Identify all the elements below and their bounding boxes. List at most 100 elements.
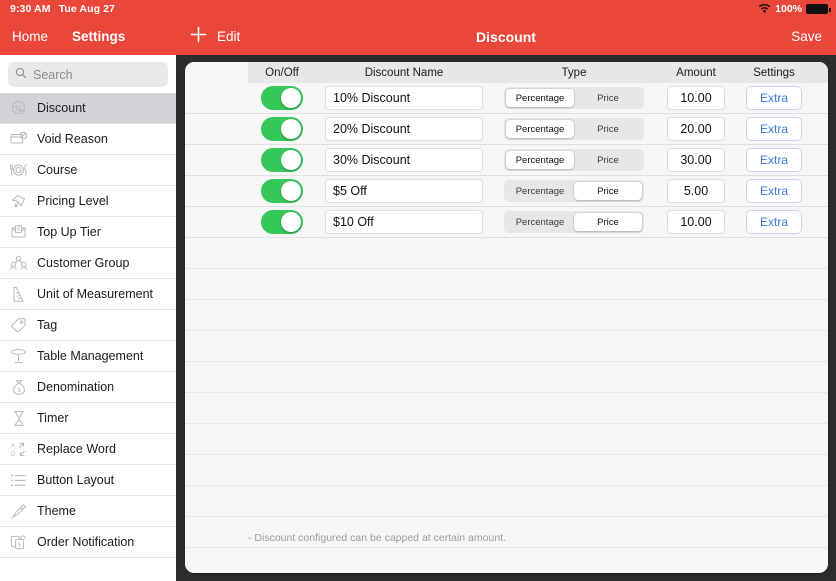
enable-toggle[interactable] [261, 148, 303, 172]
svg-text:D: D [11, 452, 16, 458]
status-date: Tue Aug 27 [58, 3, 116, 15]
sidebar-item-timer[interactable]: Timer [0, 403, 176, 434]
plus-icon[interactable] [190, 26, 207, 48]
type-segmented-control[interactable]: Percentage Price [504, 149, 644, 171]
discount-badge-icon [9, 99, 28, 118]
sidebar-item-pricing-level[interactable]: Pricing Level [0, 186, 176, 217]
cell-onoff [248, 117, 316, 141]
enable-toggle[interactable] [261, 179, 303, 203]
discount-name-input[interactable]: 30% Discount [325, 148, 483, 172]
enable-toggle[interactable] [261, 210, 303, 234]
type-option-percentage[interactable]: Percentage [506, 151, 574, 169]
discount-name-input[interactable]: 20% Discount [325, 117, 483, 141]
cell-amount: 5.00 [656, 179, 736, 203]
discount-name-value: $5 Off [333, 184, 367, 198]
sidebar-item-list: Discount Void Reason Course Pricing Level $ T… [0, 93, 176, 558]
discount-name-input[interactable]: $10 Off [325, 210, 483, 234]
search-input[interactable]: Search [8, 62, 168, 87]
table-row: 30% Discount Percentage Price 30.00 Extra [185, 145, 828, 176]
replace-word-icon: AD [9, 440, 28, 459]
footnote: - Discount configured can be capped at c… [248, 532, 506, 544]
table-row: $5 Off Percentage Price 5.00 Extra [185, 176, 828, 207]
type-option-price[interactable]: Price [574, 213, 642, 231]
amount-input[interactable]: 20.00 [667, 117, 725, 141]
sidebar-item-tag[interactable]: Tag [0, 310, 176, 341]
extra-settings-button[interactable]: Extra [746, 117, 802, 141]
extra-settings-button[interactable]: Extra [746, 210, 802, 234]
settings-title: Settings [72, 29, 126, 44]
ruler-icon [9, 285, 28, 304]
left-nav-bar: Home Settings [0, 18, 176, 55]
sidebar-item-top-up-tier[interactable]: $ Top Up Tier [0, 217, 176, 248]
cell-name: 10% Discount [316, 86, 492, 110]
void-card-icon [9, 130, 28, 149]
type-option-price[interactable]: Price [574, 182, 642, 200]
cell-settings: Extra [736, 86, 812, 110]
amount-input[interactable]: 5.00 [667, 179, 725, 203]
sidebar-item-discount[interactable]: Discount [0, 93, 176, 124]
discount-name-value: 10% Discount [333, 91, 411, 105]
type-segmented-control[interactable]: Percentage Price [504, 180, 644, 202]
paint-brush-icon [9, 502, 28, 521]
content-panel: On/Off Discount Name Type Amount Setting… [185, 62, 828, 573]
sidebar-item-label: Top Up Tier [37, 225, 101, 239]
type-segmented-control[interactable]: Percentage Price [504, 211, 644, 233]
type-option-price[interactable]: Price [574, 89, 642, 107]
sidebar-item-denomination[interactable]: $ Denomination [0, 372, 176, 403]
status-bar: 9:30 AM Tue Aug 27 100% [0, 0, 836, 18]
sidebar-item-void-reason[interactable]: Void Reason [0, 124, 176, 155]
table-row: 20% Discount Percentage Price 20.00 Extra [185, 114, 828, 145]
extra-settings-button[interactable]: Extra [746, 148, 802, 172]
sidebar-item-label: Unit of Measurement [37, 287, 154, 301]
edit-button[interactable]: Edit [217, 29, 240, 44]
table-row-empty [185, 393, 828, 424]
money-bag-icon: $ [9, 378, 28, 397]
cell-type: Percentage Price [492, 87, 656, 109]
table-row-empty [185, 424, 828, 455]
amount-value: 5.00 [683, 184, 709, 198]
sidebar-item-replace-word[interactable]: A D Replace Word [0, 434, 176, 465]
extra-settings-label: Extra [759, 91, 788, 105]
table-icon [9, 347, 28, 366]
extra-settings-button[interactable]: Extra [746, 86, 802, 110]
type-option-percentage[interactable]: Percentage [506, 89, 574, 107]
table-row-empty [185, 486, 828, 517]
enable-toggle[interactable] [261, 117, 303, 141]
cell-onoff [248, 86, 316, 110]
cell-onoff [248, 210, 316, 234]
sidebar-item-label: Denomination [37, 380, 115, 394]
sidebar-item-table-management[interactable]: Table Management [0, 341, 176, 372]
tag-icon [9, 316, 28, 335]
type-option-percentage[interactable]: Percentage [506, 120, 574, 138]
sidebar-item-button-layout[interactable]: Button Layout [0, 465, 176, 496]
type-option-price[interactable]: Price [574, 120, 642, 138]
cutlery-plate-icon [9, 161, 28, 180]
discount-name-input[interactable]: 10% Discount [325, 86, 483, 110]
amount-input[interactable]: 10.00 [667, 210, 725, 234]
column-header-type: Type [561, 66, 587, 79]
amount-input[interactable]: 30.00 [667, 148, 725, 172]
sidebar-item-course[interactable]: Course [0, 155, 176, 186]
type-option-percentage[interactable]: Percentage [506, 182, 574, 200]
customer-group-icon [9, 254, 28, 273]
discount-name-input[interactable]: $5 Off [325, 179, 483, 203]
search-placeholder: Search [33, 67, 73, 82]
type-segmented-control[interactable]: Percentage Price [504, 118, 644, 140]
type-option-percentage[interactable]: Percentage [506, 213, 574, 231]
type-segmented-control[interactable]: Percentage Price [504, 87, 644, 109]
toggle-knob [281, 150, 301, 170]
amount-input[interactable]: 10.00 [667, 86, 725, 110]
sidebar-item-unit-of-measurement[interactable]: Unit of Measurement [0, 279, 176, 310]
sidebar-item-customer-group[interactable]: Customer Group [0, 248, 176, 279]
svg-text:$: $ [18, 542, 21, 548]
sidebar-item-theme[interactable]: Theme [0, 496, 176, 527]
save-button[interactable]: Save [791, 18, 822, 55]
home-button[interactable]: Home [12, 29, 48, 44]
extra-settings-button[interactable]: Extra [746, 179, 802, 203]
cell-type: Percentage Price [492, 118, 656, 140]
type-option-price[interactable]: Price [574, 151, 642, 169]
table-row-empty [185, 331, 828, 362]
sidebar-item-order-notification[interactable]: $ Order Notification [0, 527, 176, 558]
enable-toggle[interactable] [261, 86, 303, 110]
discount-name-value: $10 Off [333, 215, 374, 229]
